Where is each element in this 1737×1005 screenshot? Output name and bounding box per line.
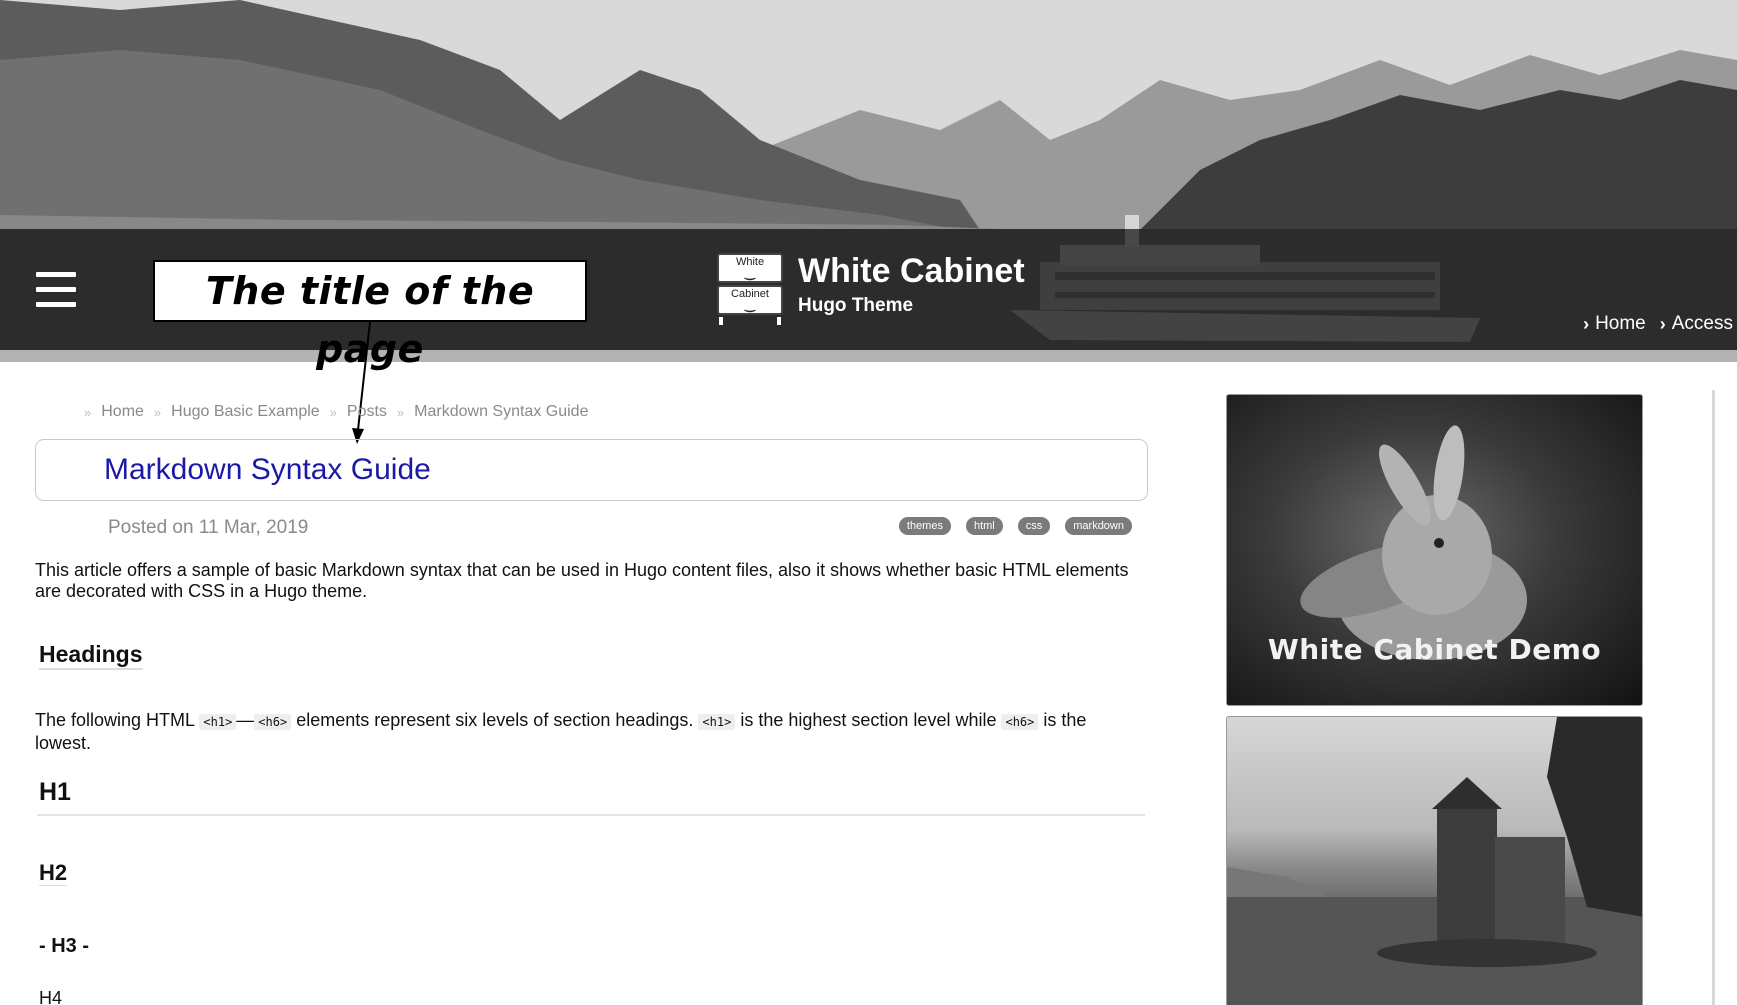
headings-section-title: Headings [39, 643, 143, 670]
para-text: The following HTML [35, 710, 200, 730]
heading-h3: - H3 - [39, 935, 89, 957]
page-title-box: Markdown Syntax Guide [35, 439, 1148, 501]
heading-h1: H1 [39, 778, 71, 806]
tag-html[interactable]: html [965, 517, 1003, 535]
nav-home-link[interactable]: › Home [1583, 313, 1646, 335]
logo-bottom-drawer: Cabinet ‿ [717, 285, 783, 315]
breadcrumb: » Home » Hugo Basic Example » Posts » Ma… [84, 403, 588, 421]
headings-paragraph: The following HTML <h1> — <h6> elements re… [35, 710, 1147, 754]
intro-paragraph: This article offers a sample of basic Ma… [35, 560, 1129, 601]
heading-h4: H4 [39, 988, 63, 1005]
breadcrumb-current: Markdown Syntax Guide [414, 403, 589, 420]
top-navigation: › Home › Access [1583, 313, 1733, 335]
tag-markdown[interactable]: markdown [1065, 517, 1132, 535]
breadcrumb-home[interactable]: Home [101, 403, 144, 421]
tag-themes[interactable]: themes [898, 517, 951, 535]
logo-top-drawer: White ‿ [717, 253, 783, 283]
chevron-right-icon: › [1659, 313, 1666, 334]
code-h6: <h6> [254, 714, 292, 730]
para-dash: — [236, 710, 255, 730]
code-h6: <h6> [1001, 714, 1039, 730]
sidebar-castle-image[interactable] [1226, 716, 1643, 1005]
breadcrumb-separator: » [396, 404, 405, 420]
code-h1: <h1> [199, 714, 237, 730]
breadcrumb-separator: » [84, 404, 92, 420]
site-subtitle: Hugo Theme [798, 295, 914, 316]
nav-access-link[interactable]: › Access [1660, 313, 1733, 335]
site-title[interactable]: White Cabinet [798, 252, 1025, 291]
nav-access-label: Access [1671, 313, 1733, 334]
breadcrumb-separator: » [329, 404, 337, 420]
scrollbar[interactable] [1712, 390, 1715, 1005]
page-title[interactable]: Markdown Syntax Guide [104, 453, 431, 487]
tag-list: themes html css markdown [898, 517, 1132, 535]
castle-image [1227, 717, 1642, 1005]
para-text: elements represent six levels of section… [291, 710, 699, 730]
annotation-callout: The title of the page [153, 260, 587, 371]
breadcrumb-posts[interactable]: Posts [347, 403, 387, 421]
tag-css[interactable]: css [1017, 517, 1051, 535]
post-date: Posted on 11 Mar, 2019 [108, 517, 309, 538]
article-body: This article offers a sample of basic Ma… [35, 560, 1147, 1005]
heading-h2: H2 [39, 860, 68, 886]
nav-home-label: Home [1595, 313, 1646, 334]
sidebar-demo-banner[interactable]: White Cabinet Demo [1226, 394, 1643, 706]
chevron-right-icon: › [1583, 313, 1590, 334]
menu-hamburger-icon[interactable] [36, 272, 76, 308]
breadcrumb-hugo-basic-example[interactable]: Hugo Basic Example [171, 403, 320, 421]
code-h1: <h1> [698, 714, 736, 730]
banner-caption: White Cabinet Demo [1267, 633, 1602, 666]
white-cabinet-logo-icon[interactable]: White ‿ Cabinet ‿ [714, 251, 786, 325]
header-divider [0, 350, 1737, 362]
para-text: is the highest section level while [735, 710, 1002, 730]
heading-h1-rule [37, 814, 1145, 816]
breadcrumb-separator: » [153, 404, 162, 420]
